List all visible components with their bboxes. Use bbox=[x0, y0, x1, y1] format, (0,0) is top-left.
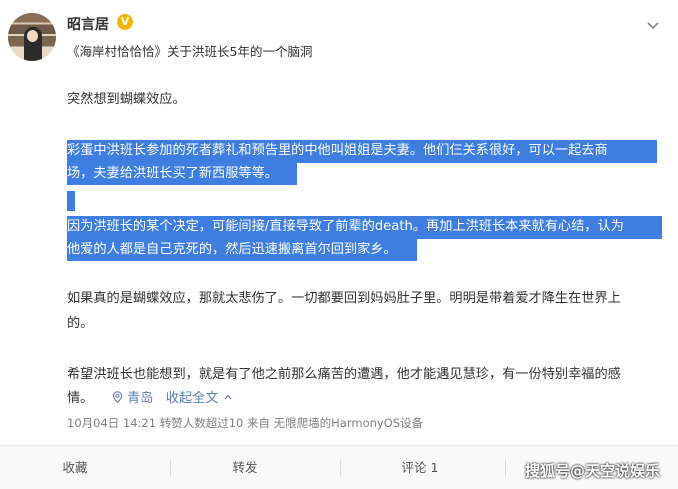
favorite-button[interactable]: 收藏 bbox=[30, 446, 120, 489]
paragraph-1: 突然想到蝴蝶效应。 bbox=[67, 92, 186, 107]
action-separator bbox=[505, 460, 506, 476]
post-source[interactable]: 《海岸村恰恰恰》关于洪班长5年的一个脑洞 bbox=[67, 41, 312, 60]
avatar[interactable] bbox=[8, 13, 56, 61]
paragraph-5-line-2: 情。 青岛 收起全文 bbox=[67, 388, 233, 410]
verified-badge-icon: V bbox=[117, 14, 133, 30]
paragraph-3-line-2: 他爱的人都是自己克死的，然后迅速搬离首尔回到家乡。 bbox=[67, 242, 397, 257]
selection-highlight bbox=[67, 191, 75, 211]
paragraph-2-line-1: 彩蛋中洪班长参加的死者葬礼和预告里的中他叫姐姐是夫妻。他们仨关系很好，可以一起去… bbox=[67, 143, 608, 158]
paragraph-3-line-1: 因为洪班长的某个决定，可能间接/直接导致了前辈的death。再加上洪班长本来就有… bbox=[67, 219, 624, 234]
avatar-face bbox=[27, 30, 38, 42]
paragraph-2-line-2: 场，夫妻给洪班长买了新西服等等。 bbox=[67, 166, 278, 181]
paragraph-4-line-1: 如果真的是蝴蝶效应，那就太悲伤了。一切都要回到妈妈肚子里。明明是带着爱才降生在世… bbox=[67, 291, 621, 306]
location-pin-icon bbox=[112, 391, 122, 403]
forward-button[interactable]: 转发 bbox=[200, 446, 290, 489]
paragraph-5-line-2-text: 情。 bbox=[67, 391, 94, 406]
watermark: 搜狐号@天空说娱乐 bbox=[525, 462, 661, 480]
paragraph-4-line-2: 的。 bbox=[67, 316, 94, 331]
comment-button[interactable]: 评论 1 bbox=[375, 446, 465, 489]
weibo-post-card: 昭言居 V 《海岸村恰恰恰》关于洪班长5年的一个脑洞 突然想到蝴蝶效应。 彩蛋中… bbox=[0, 0, 678, 489]
chevron-up-icon[interactable] bbox=[223, 392, 233, 402]
paragraph-5-line-1: 希望洪班长也能想到，就是有了他之前那么痛苦的遭遇，他才能遇见慧珍，有一份特别幸福… bbox=[67, 367, 621, 382]
post-meta: 10月04日 14:21 转赞人数超过10 来自 无限爬墙的HarmonyOS设… bbox=[67, 416, 424, 430]
username[interactable]: 昭言居 bbox=[67, 14, 109, 34]
location-link[interactable]: 青岛 bbox=[127, 391, 153, 406]
action-separator bbox=[170, 460, 171, 476]
collapse-text-link[interactable]: 收起全文 bbox=[166, 391, 219, 406]
action-separator bbox=[340, 460, 341, 476]
chevron-down-icon[interactable] bbox=[645, 17, 661, 33]
